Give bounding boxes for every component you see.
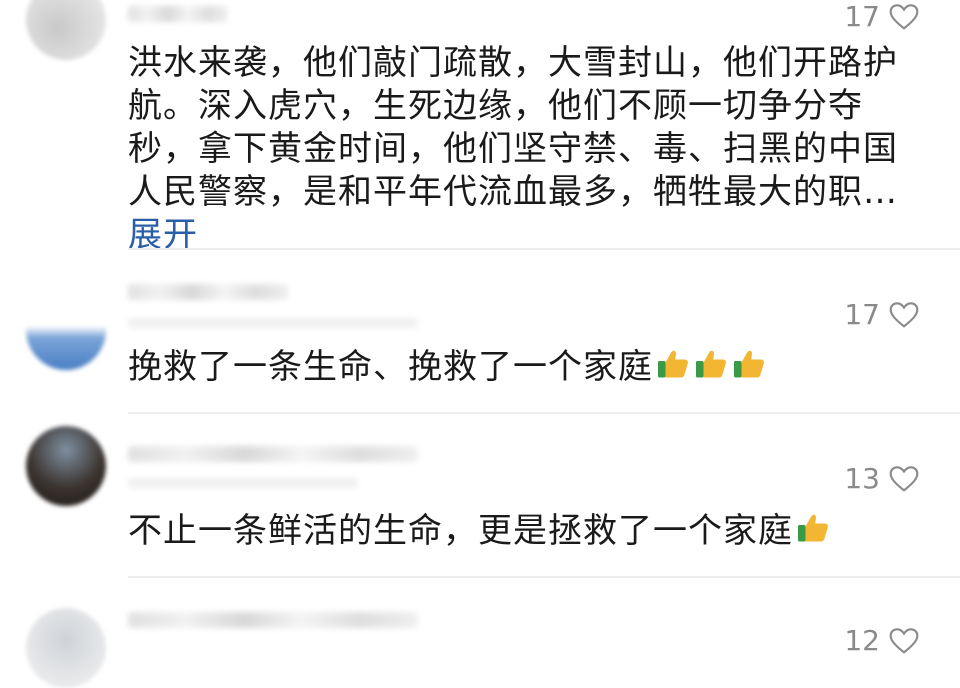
- thumbs-up-emoji-icon: [734, 350, 764, 378]
- heart-icon[interactable]: [888, 625, 920, 657]
- heart-icon[interactable]: [888, 299, 920, 331]
- heart-icon[interactable]: [888, 1, 920, 33]
- username-blurred[interactable]: [128, 6, 228, 22]
- like-count: 17: [844, 298, 880, 331]
- meta-blurred: [128, 478, 358, 488]
- comment-item: 17 洪水来袭，他们敲门疏散，大雪封山，他们开路护航。深入虎穴，生死边缘，他们不…: [0, 0, 960, 255]
- thumbs-up-emoji-icon: [798, 514, 828, 542]
- comment-item: 17 挽救了一条生命、挽救了一个家庭: [0, 250, 960, 414]
- like-count: 12: [844, 624, 880, 657]
- comment-body: 挽救了一条生命、挽救了一个家庭: [128, 347, 653, 387]
- username-blurred[interactable]: [128, 284, 288, 300]
- comment-item: 13 不止一条鲜活的生命，更是拯救了一个家庭: [0, 414, 960, 578]
- like-count: 17: [844, 0, 880, 33]
- comment-body: 不止一条鲜活的生命，更是拯救了一个家庭: [128, 511, 793, 551]
- avatar[interactable]: [26, 290, 106, 370]
- comment-text: 不止一条鲜活的生命，更是拯救了一个家庭: [128, 510, 928, 553]
- like-count: 13: [844, 462, 880, 495]
- comment-body: 洪水来袭，他们敲门疏散，大雪封山，他们开路护航。深入虎穴，生死边缘，他们不顾一切…: [128, 43, 898, 212]
- like-control[interactable]: 17: [844, 0, 920, 33]
- meta-blurred: [128, 318, 418, 328]
- avatar[interactable]: [26, 0, 106, 60]
- avatar[interactable]: [26, 426, 106, 506]
- thumbs-up-emoji-icon: [696, 350, 726, 378]
- like-control[interactable]: 13: [844, 462, 920, 495]
- heart-icon[interactable]: [888, 463, 920, 495]
- comment-item: 12: [0, 578, 960, 688]
- thumbs-up-emoji-icon: [658, 350, 688, 378]
- comment-text: 挽救了一条生命、挽救了一个家庭: [128, 346, 928, 389]
- avatar[interactable]: [26, 608, 106, 688]
- username-blurred[interactable]: [128, 446, 418, 462]
- like-control[interactable]: 17: [844, 298, 920, 331]
- like-control[interactable]: 12: [844, 624, 920, 657]
- comment-text: 洪水来袭，他们敲门疏散，大雪封山，他们开路护航。深入虎穴，生死边缘，他们不顾一切…: [128, 42, 928, 257]
- username-blurred[interactable]: [128, 612, 418, 628]
